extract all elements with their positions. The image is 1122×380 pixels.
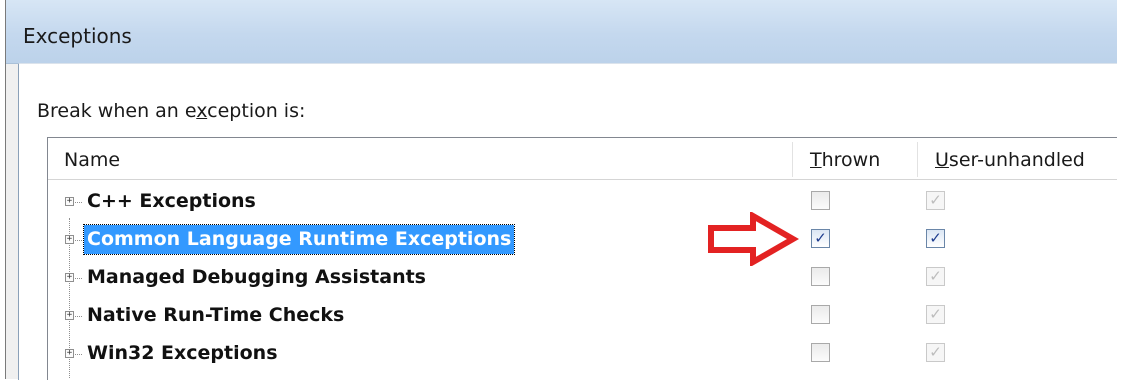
expand-icon[interactable]: + [65,311,74,320]
list-item[interactable]: + Native Run-Time Checks ✓ [48,299,1122,337]
thrown-checkbox[interactable] [811,305,830,324]
list-item[interactable]: + Win32 Exceptions ✓ [48,337,1122,375]
column-separator[interactable] [917,142,918,177]
exceptions-list[interactable]: Name Thrown User-unhandled + C++ Exceptio… [47,137,1122,380]
user-unhandled-checkbox: ✓ [926,191,945,210]
expand-icon[interactable]: + [65,235,74,244]
user-unhandled-checkbox[interactable]: ✓ [926,229,945,248]
check-icon: ✓ [929,229,942,247]
exception-category-label[interactable]: Native Run-Time Checks [84,301,347,330]
column-header-user-unhandled[interactable]: User-unhandled [935,138,1085,179]
user-unhandled-checkbox: ✓ [926,305,945,324]
exception-category-label[interactable]: Win32 Exceptions [84,339,281,368]
tree-connector [75,278,82,279]
dialog-title: Exceptions [23,24,132,48]
thrown-checkbox[interactable] [811,267,830,286]
user-unhandled-checkbox: ✓ [926,267,945,286]
list-item[interactable]: + Common Language Runtime Exceptions ✓ ✓ [48,223,1122,261]
list-item[interactable]: + C++ Exceptions ✓ [48,185,1122,223]
title-bar[interactable]: Exceptions [6,0,1122,64]
expand-icon[interactable]: + [65,273,74,282]
red-arrow-icon [708,212,799,266]
check-icon: ✓ [929,305,942,323]
check-icon: ✓ [929,343,942,361]
exception-category-label[interactable]: Common Language Runtime Exceptions [82,224,516,255]
check-icon: ✓ [929,191,942,209]
check-icon: ✓ [929,267,942,285]
check-icon: ✓ [814,229,827,247]
list-header: Name Thrown User-unhandled [48,138,1122,180]
expand-icon[interactable]: + [65,349,74,358]
list-item[interactable]: + Managed Debugging Assistants ✓ [48,261,1122,299]
column-separator[interactable] [792,142,793,177]
tree-connector [75,354,82,355]
thrown-checkbox[interactable] [811,191,830,210]
column-header-name[interactable]: Name [64,138,120,179]
column-header-thrown[interactable]: Thrown [810,138,880,179]
user-unhandled-checkbox: ✓ [926,343,945,362]
tree-connector [75,316,82,317]
exception-category-label[interactable]: C++ Exceptions [84,187,259,216]
tree-connector [75,202,82,203]
window-edge [1117,0,1122,379]
thrown-checkbox[interactable]: ✓ [811,229,830,248]
tree-connector [75,240,82,241]
expand-icon[interactable]: + [65,197,74,206]
break-prompt-label: Break when an exception is: [37,100,306,122]
thrown-checkbox[interactable] [811,343,830,362]
exception-category-label[interactable]: Managed Debugging Assistants [84,263,429,292]
